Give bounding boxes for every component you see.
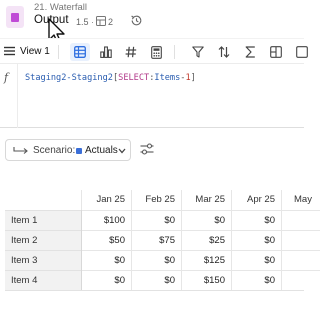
formula-bar[interactable]: f Staging2-Staging2[SELECT:Items-1] [0,64,304,128]
scenario-color-swatch [76,148,82,154]
grid-cell[interactable]: $50 [81,230,131,250]
column-header[interactable]: Feb 25 [131,190,181,210]
column-header[interactable]: Jan 25 [81,190,131,210]
app-header: 21. Waterfall Output 1.5 · 2 [0,0,304,44]
row-label[interactable]: Item 2 [5,230,81,250]
row-label-border [81,210,82,290]
version-badge: 1.5 [76,17,89,27]
column-header[interactable]: Apr 25 [231,190,281,210]
row-label[interactable]: Item 1 [5,210,81,230]
branch-icon [13,147,28,154]
grid-bottom-border [5,290,304,291]
sliders-icon[interactable] [140,143,154,155]
bar-chart-icon [100,46,112,58]
column-header[interactable]: Mar 25 [181,190,231,210]
view-name-label[interactable]: View 1 [20,46,50,57]
chevron-down-icon [118,148,126,154]
grid-cell[interactable]: $0 [231,210,281,230]
data-grid: Jan 25 Feb 25 Mar 25 Apr 25 May Item 1 $100 $0… [5,190,320,291]
more-button[interactable] [292,43,312,61]
number-format-button[interactable] [121,43,141,61]
grid-cell[interactable] [281,230,320,250]
filter-button[interactable] [188,43,208,61]
column-header[interactable]: May [281,190,320,210]
scenario-value: Actuals [85,145,118,156]
calculator-button[interactable] [146,43,166,61]
grid-cell[interactable] [281,270,320,290]
grid-icon [96,16,106,26]
panel-icon [296,46,308,58]
grid-cell[interactable]: $100 [81,210,131,230]
grid-cell[interactable] [281,210,320,230]
grid-cell[interactable]: $0 [131,210,181,230]
grid-cell[interactable]: $25 [181,230,231,250]
sort-icon [218,46,230,58]
row-label[interactable]: Item 4 [5,270,81,290]
toolbar-divider [174,45,175,59]
row-label[interactable]: Item 3 [5,250,81,270]
module-icon [6,6,24,28]
chart-view-button[interactable] [96,43,116,61]
function-icon: f [4,71,9,84]
grid-cell[interactable]: $0 [231,230,281,250]
scenario-dropdown[interactable]: Scenario: Actuals [5,139,131,161]
breadcrumb[interactable]: 21. Waterfall [34,2,87,13]
grid-cell[interactable]: $0 [81,270,131,290]
grid-cell[interactable] [281,250,320,270]
grid-count: 2 [108,17,114,27]
grid-cell[interactable]: $0 [231,250,281,270]
grid-cell[interactable]: $0 [231,270,281,290]
layout-columns-icon [270,46,282,58]
pivot-button[interactable] [266,43,286,61]
sort-button[interactable] [214,43,234,61]
toolbar-divider [58,45,59,59]
filter-icon [192,46,204,58]
grid-cell[interactable]: $0 [131,270,181,290]
grid-view-button[interactable] [70,43,90,61]
scenario-label: Scenario: [33,145,76,156]
view-toolbar: View 1 [0,38,308,64]
separator-dot: · [91,17,94,27]
grid-cell[interactable]: $0 [131,250,181,270]
grid-cell[interactable]: $125 [181,250,231,270]
grid-corner [5,190,81,210]
sigma-icon [245,46,255,58]
grid-cell[interactable]: $0 [81,250,131,270]
formula-gutter: f [0,64,18,128]
grid-cell[interactable]: $150 [181,270,231,290]
grid-cell[interactable]: $75 [131,230,181,250]
history-icon[interactable] [130,14,143,27]
grid-cell[interactable]: $0 [181,210,231,230]
table-grid-icon [74,46,86,58]
formula-text[interactable]: Staging2-Staging2[SELECT:Items-1] [25,73,196,83]
calculator-icon [150,45,162,59]
summary-button[interactable] [240,43,260,61]
hamburger-menu-icon[interactable] [4,46,15,56]
hash-icon [125,46,137,58]
